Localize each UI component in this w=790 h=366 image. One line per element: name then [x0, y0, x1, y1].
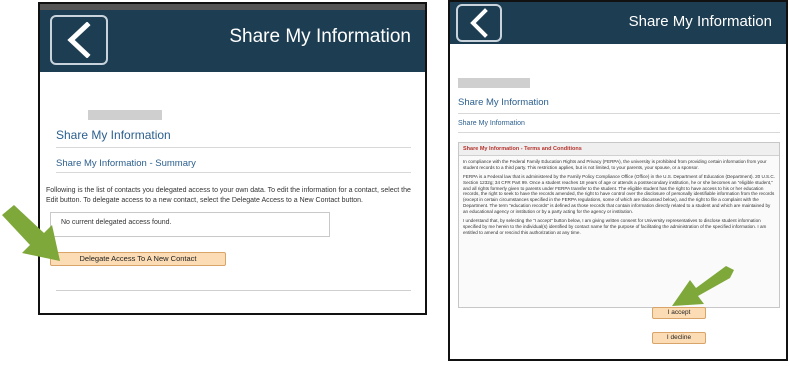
header-title: Share My Information [229, 26, 411, 47]
terms-paragraph: In compliance with the Federal Family Ed… [463, 159, 767, 170]
section-heading: Share My Information - Summary [56, 158, 196, 169]
app-header: Share My Information [40, 4, 425, 72]
left-screenshot-panel: Share My Information Share My Informatio… [38, 2, 427, 315]
header-title: Share My Information [628, 13, 772, 30]
terms-title: Share My Information - Terms and Conditi… [459, 143, 779, 156]
i-decline-button[interactable]: I decline [652, 332, 706, 344]
no-delegated-access-message: No current delegated access found. [50, 212, 330, 237]
back-button[interactable] [50, 15, 108, 65]
delegate-new-contact-button[interactable]: Delegate Access To A New Contact [50, 252, 226, 266]
chevron-left-icon [470, 8, 488, 38]
divider [56, 290, 411, 291]
sub-heading: Share My Information [458, 120, 525, 127]
back-button[interactable] [456, 4, 502, 42]
chevron-left-icon [67, 22, 91, 58]
divider [56, 147, 411, 148]
page-heading: Share My Information [56, 128, 171, 142]
terms-paragraph: FERPA is a Federal law that is administe… [463, 173, 775, 214]
green-arrow-icon [2, 205, 60, 261]
terms-paragraph: I understand that, by selecting the "I a… [463, 217, 767, 235]
instructions-text: Following is the list of contacts you de… [46, 187, 411, 205]
redacted-name-bar [458, 78, 530, 88]
redacted-name-bar [88, 110, 162, 120]
app-header: Share My Information [450, 2, 786, 44]
divider [458, 132, 780, 133]
terms-body: In compliance with the Federal Family Ed… [459, 156, 779, 242]
green-arrow-icon [672, 266, 734, 306]
divider [458, 113, 780, 114]
divider [56, 172, 411, 173]
page-heading: Share My Information [458, 97, 549, 108]
